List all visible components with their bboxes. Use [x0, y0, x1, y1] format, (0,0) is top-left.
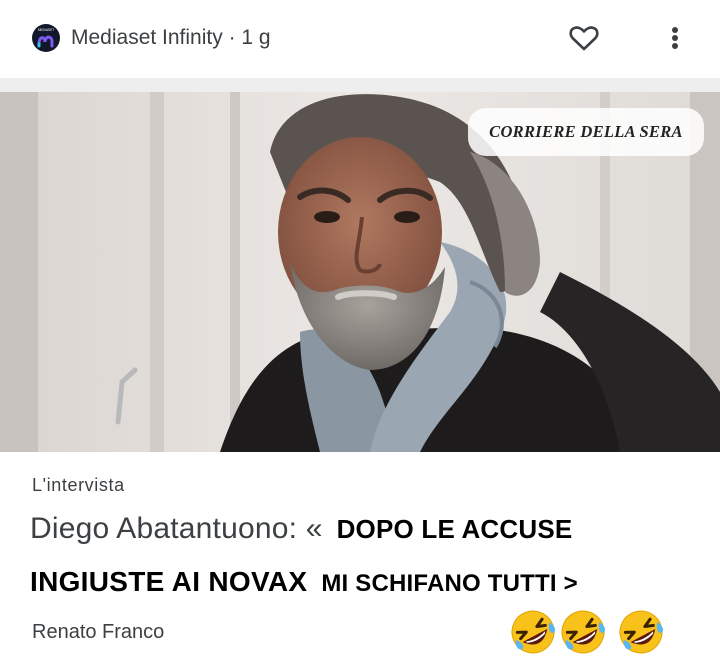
heart-icon[interactable]	[566, 20, 602, 56]
source-name[interactable]: Mediaset Infinity	[71, 26, 223, 49]
headline-part-3: INGIUSTE AI NOVAX	[30, 566, 308, 597]
rofl-emoji-icon	[508, 607, 558, 657]
mediaset-infinity-logo[interactable]: MEDIASET	[32, 24, 60, 52]
rofl-emoji-icon	[616, 607, 666, 657]
article-author: Renato Franco	[32, 621, 165, 643]
card-header: MEDIASET Mediaset Infinity · 1 g	[0, 0, 720, 78]
meta-separator: ·	[222, 26, 242, 49]
newspaper-badge: CORRIERE DELLA SERA	[468, 108, 704, 156]
post-source-line: Mediaset Infinity · 1 g	[71, 24, 271, 52]
headline-part-1: Diego Abatantuono: «	[30, 512, 323, 545]
headline-line-1[interactable]: Diego Abatantuono: « DOPO LE ACCUSE	[30, 512, 572, 556]
logo-lettering: MEDIASET	[38, 28, 54, 32]
article-kicker: L'intervista	[32, 475, 125, 495]
headline-part-4: MI SCHIFANO TUTTI >	[321, 570, 578, 597]
headline-line-2[interactable]: INGIUSTE AI NOVAX MI SCHIFANO TUTTI >	[30, 566, 578, 598]
headline-part-2: DOPO LE ACCUSE	[336, 513, 573, 544]
newspaper-label: CORRIERE DELLA SERA	[489, 122, 683, 141]
more-options-icon[interactable]	[660, 20, 690, 56]
header-divider	[0, 78, 720, 92]
rofl-emoji-icon	[558, 607, 608, 657]
post-age: 1 g	[241, 26, 271, 49]
